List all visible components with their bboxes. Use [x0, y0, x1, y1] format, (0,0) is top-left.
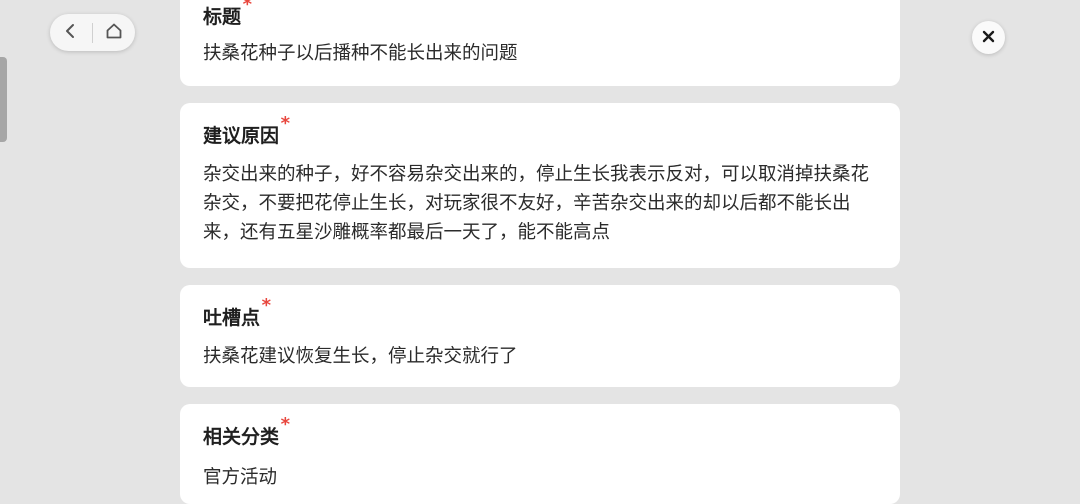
- reason-field-card: 建议原因 * 杂交出来的种子，好不容易杂交出来的，停止生长我表示反对，可以取消掉…: [180, 103, 900, 268]
- home-button[interactable]: [93, 14, 135, 51]
- field-label: 吐槽点 *: [203, 295, 271, 330]
- field-label: 相关分类 *: [203, 414, 290, 449]
- close-icon: [982, 28, 995, 47]
- field-label-text: 相关分类: [203, 426, 280, 448]
- field-value[interactable]: 扶桑花种子以后播种不能长出来的问题: [203, 39, 877, 68]
- home-icon: [105, 22, 123, 44]
- complaint-field-card: 吐槽点 * 扶桑花建议恢复生长，停止杂交就行了: [180, 285, 900, 387]
- required-asterisk: *: [280, 113, 291, 134]
- title-field-card: 标题 * 扶桑花种子以后播种不能长出来的问题: [180, 0, 900, 86]
- required-asterisk: *: [280, 414, 291, 435]
- chevron-left-icon: [63, 23, 79, 43]
- field-value[interactable]: 扶桑花建议恢复生长，停止杂交就行了: [203, 342, 877, 371]
- side-drawer-handle[interactable]: [0, 57, 7, 142]
- required-asterisk: *: [261, 295, 272, 316]
- field-label-text: 标题: [203, 6, 242, 28]
- required-asterisk: *: [242, 0, 253, 15]
- field-label: 标题 *: [203, 0, 252, 29]
- close-button[interactable]: [972, 21, 1005, 54]
- field-value[interactable]: 杂交出来的种子，好不容易杂交出来的，停止生长我表示反对，可以取消掉扶桑花杂交，不…: [203, 160, 877, 247]
- back-button[interactable]: [50, 14, 92, 51]
- field-label-text: 吐槽点: [203, 307, 261, 329]
- field-label: 建议原因 *: [203, 113, 290, 148]
- category-field-card: 相关分类 * 官方活动: [180, 404, 900, 504]
- field-label-text: 建议原因: [203, 125, 280, 147]
- nav-capsule: [50, 14, 135, 51]
